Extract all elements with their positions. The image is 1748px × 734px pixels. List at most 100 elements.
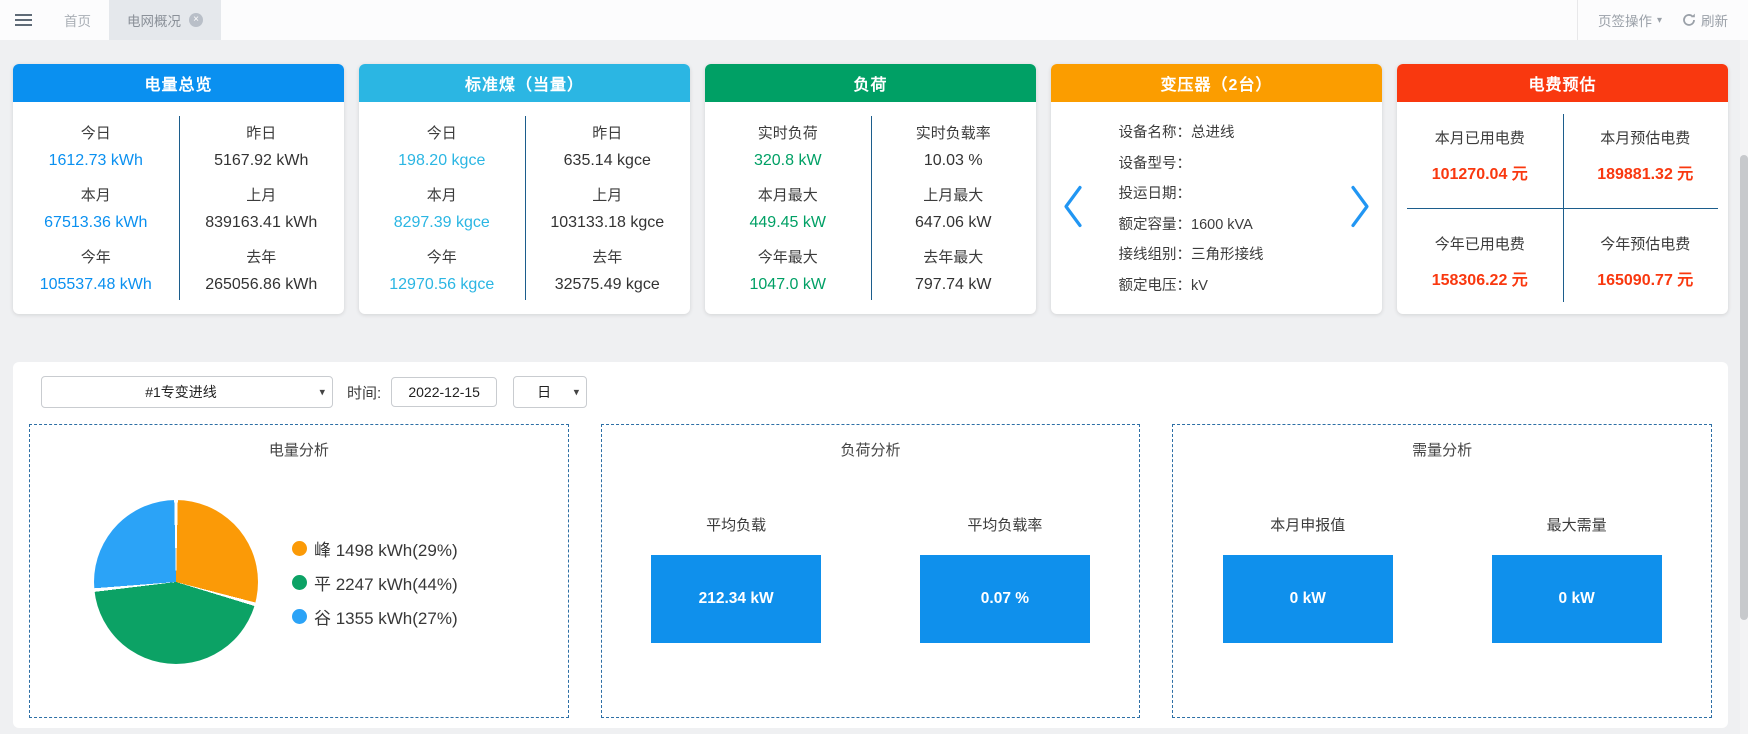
tab-bar: 首页 电网概况 × 页签操作 ▾ 刷新 xyxy=(0,0,1748,40)
panel-energy-analysis-title: 电量分析 xyxy=(30,439,568,460)
card-fee-title: 电费预估 xyxy=(1528,71,1596,95)
topbar-actions: 页签操作 ▾ 刷新 xyxy=(1577,0,1748,40)
stat-declared-demand: 本月申报值 0 kW xyxy=(1173,514,1442,643)
summary-cards: 电量总览 今日1612.73 kWh 本月67513.36 kWh 今年1055… xyxy=(13,64,1728,314)
card-coal-header: 标准煤（当量） xyxy=(359,64,690,102)
average-load-rate-box: 0.07 % xyxy=(920,555,1090,643)
panel-demand-analysis-title: 需量分析 xyxy=(1173,439,1711,460)
card-energy-header: 电量总览 xyxy=(13,64,344,102)
chevron-down-icon: ▾ xyxy=(1657,15,1662,26)
stat-year-coal: 今年12970.56 kgce xyxy=(389,246,494,294)
card-energy-overview: 电量总览 今日1612.73 kWh 本月67513.36 kWh 今年1055… xyxy=(13,64,344,314)
transformer-fields: 设备名称：总进线 设备型号： 投运日期： 额定容量：1600 kVA 接线组别：… xyxy=(1119,102,1315,314)
stat-yesterday-coal: 昨日635.14 kgce xyxy=(564,122,651,170)
time-label: 时间: xyxy=(347,382,381,403)
card-coal-title: 标准煤（当量） xyxy=(465,71,584,95)
refresh-icon xyxy=(1682,13,1696,27)
transformer-model: 设备型号： xyxy=(1119,152,1315,173)
period-select[interactable]: 日 xyxy=(513,376,587,408)
tab-home-label: 首页 xyxy=(64,10,91,30)
filter-row: #1专变进线 ▾ 时间: 日 ▾ xyxy=(29,376,1712,408)
transformer-wiring-group: 接线组别：三角形接线 xyxy=(1119,243,1315,264)
max-demand-box: 0 kW xyxy=(1492,555,1662,643)
legend-item-peak[interactable]: 峰 1498 kWh(29%) xyxy=(292,536,458,561)
refresh-button[interactable]: 刷新 xyxy=(1682,10,1728,30)
stat-yesterday-energy: 昨日5167.92 kWh xyxy=(214,122,308,170)
tab-grid-overview-label: 电网概况 xyxy=(127,10,181,30)
legend-dot-icon xyxy=(292,609,307,624)
average-load-box: 212.34 kW xyxy=(651,555,821,643)
panel-demand-analysis: 需量分析 本月申报值 0 kW 最大需量 0 kW xyxy=(1172,424,1712,718)
scrollbar-thumb[interactable] xyxy=(1740,155,1748,620)
card-standard-coal: 标准煤（当量） 今日198.20 kgce 本月8297.39 kgce 今年1… xyxy=(359,64,690,314)
stat-month-max-load: 本月最大449.45 kW xyxy=(750,184,826,232)
stat-month-coal: 本月8297.39 kgce xyxy=(394,184,490,232)
legend-dot-icon xyxy=(292,541,307,556)
panel-load-analysis-title: 负荷分析 xyxy=(602,439,1140,460)
transformer-commission-date: 投运日期： xyxy=(1119,182,1315,203)
stat-lastyear-coal: 去年32575.49 kgce xyxy=(555,246,660,294)
divider xyxy=(179,116,180,300)
card-fee-estimate: 电费预估 本月已用电费101270.04 元 本月预估电费189881.32 元… xyxy=(1397,64,1728,314)
stat-month-used-fee: 本月已用电费101270.04 元 xyxy=(1397,102,1563,208)
refresh-label: 刷新 xyxy=(1701,10,1728,30)
stat-today-coal: 今日198.20 kgce xyxy=(398,122,485,170)
stat-lastyear-max-load: 去年最大797.74 kW xyxy=(915,246,991,294)
transformer-name: 设备名称：总进线 xyxy=(1119,121,1315,142)
card-transformer: 变压器（2台） 设备名称：总进线 设备型号： 投运日期： 额定容量：1600 k… xyxy=(1051,64,1382,314)
divider xyxy=(871,116,872,300)
stat-year-max-load: 今年最大1047.0 kW xyxy=(750,246,826,294)
analysis-panel: #1专变进线 ▾ 时间: 日 ▾ 电量分析 峰 1498 kWh(29%) 平 … xyxy=(13,362,1728,728)
stat-year-used-fee: 今年已用电费158306.22 元 xyxy=(1397,208,1563,314)
stat-lastmonth-max-load: 上月最大647.06 kW xyxy=(915,184,991,232)
card-transformer-title: 变压器（2台） xyxy=(1161,71,1273,95)
stat-max-demand: 最大需量 0 kW xyxy=(1442,514,1711,643)
stat-lastmonth-energy: 上月839163.41 kWh xyxy=(205,184,317,232)
panel-load-analysis: 负荷分析 平均负载 212.34 kW 平均负载率 0.07 % xyxy=(601,424,1141,718)
stat-realtime-load: 实时负荷320.8 kW xyxy=(754,122,822,170)
declared-demand-box: 0 kW xyxy=(1223,555,1393,643)
close-icon[interactable]: × xyxy=(189,13,203,27)
stat-year-energy: 今年105537.48 kWh xyxy=(40,246,152,294)
analysis-row: 电量分析 峰 1498 kWh(29%) 平 2247 kWh(44%) 谷 1… xyxy=(29,424,1712,718)
card-load-title: 负荷 xyxy=(853,71,887,95)
pie-chart xyxy=(94,500,258,664)
tab-operations-button[interactable]: 页签操作 ▾ xyxy=(1598,10,1662,30)
card-load-header: 负荷 xyxy=(705,64,1036,102)
tab-home[interactable]: 首页 xyxy=(46,0,109,40)
stat-lastmonth-coal: 上月103133.18 kgce xyxy=(550,184,664,232)
divider xyxy=(1407,208,1718,209)
stat-average-load: 平均负载 212.34 kW xyxy=(602,514,871,643)
stat-lastyear-energy: 去年265056.86 kWh xyxy=(205,246,317,294)
chevron-right-icon xyxy=(1348,183,1372,231)
stat-realtime-load-rate: 实时负载率10.03 % xyxy=(916,122,991,170)
card-energy-title: 电量总览 xyxy=(144,71,212,95)
card-fee-header: 电费预估 xyxy=(1397,64,1728,102)
legend-item-flat[interactable]: 平 2247 kWh(44%) xyxy=(292,570,458,595)
pie-legend: 峰 1498 kWh(29%) 平 2247 kWh(44%) 谷 1355 k… xyxy=(292,536,458,629)
date-input[interactable] xyxy=(391,377,497,407)
period-select-wrap: 日 ▾ xyxy=(513,376,587,408)
next-transformer-button[interactable] xyxy=(1346,181,1374,236)
tab-grid-overview[interactable]: 电网概况 × xyxy=(109,0,221,40)
stat-average-load-rate: 平均负载率 0.07 % xyxy=(871,514,1140,643)
card-transformer-header: 变压器（2台） xyxy=(1051,64,1382,102)
card-load: 负荷 实时负荷320.8 kW 本月最大449.45 kW 今年最大1047.0… xyxy=(705,64,1036,314)
menu-icon[interactable] xyxy=(0,0,46,40)
transformer-rated-capacity: 额定容量：1600 kVA xyxy=(1119,213,1315,234)
transformer-rated-voltage: 额定电压：kV xyxy=(1119,274,1315,295)
vertical-scrollbar[interactable] xyxy=(1740,40,1748,734)
stat-month-estimated-fee: 本月预估电费189881.32 元 xyxy=(1563,102,1729,208)
stat-year-estimated-fee: 今年预估电费165090.77 元 xyxy=(1563,208,1729,314)
line-select-wrap: #1专变进线 ▾ xyxy=(41,376,333,408)
line-select[interactable]: #1专变进线 xyxy=(41,376,333,408)
prev-transformer-button[interactable] xyxy=(1059,181,1087,236)
divider xyxy=(1577,0,1578,40)
tab-operations-label: 页签操作 xyxy=(1598,10,1652,30)
legend-dot-icon xyxy=(292,575,307,590)
divider xyxy=(525,116,526,300)
legend-item-valley[interactable]: 谷 1355 kWh(27%) xyxy=(292,604,458,629)
stat-today-energy: 今日1612.73 kWh xyxy=(49,122,143,170)
stat-month-energy: 本月67513.36 kWh xyxy=(44,184,147,232)
panel-energy-analysis: 电量分析 峰 1498 kWh(29%) 平 2247 kWh(44%) 谷 1… xyxy=(29,424,569,718)
